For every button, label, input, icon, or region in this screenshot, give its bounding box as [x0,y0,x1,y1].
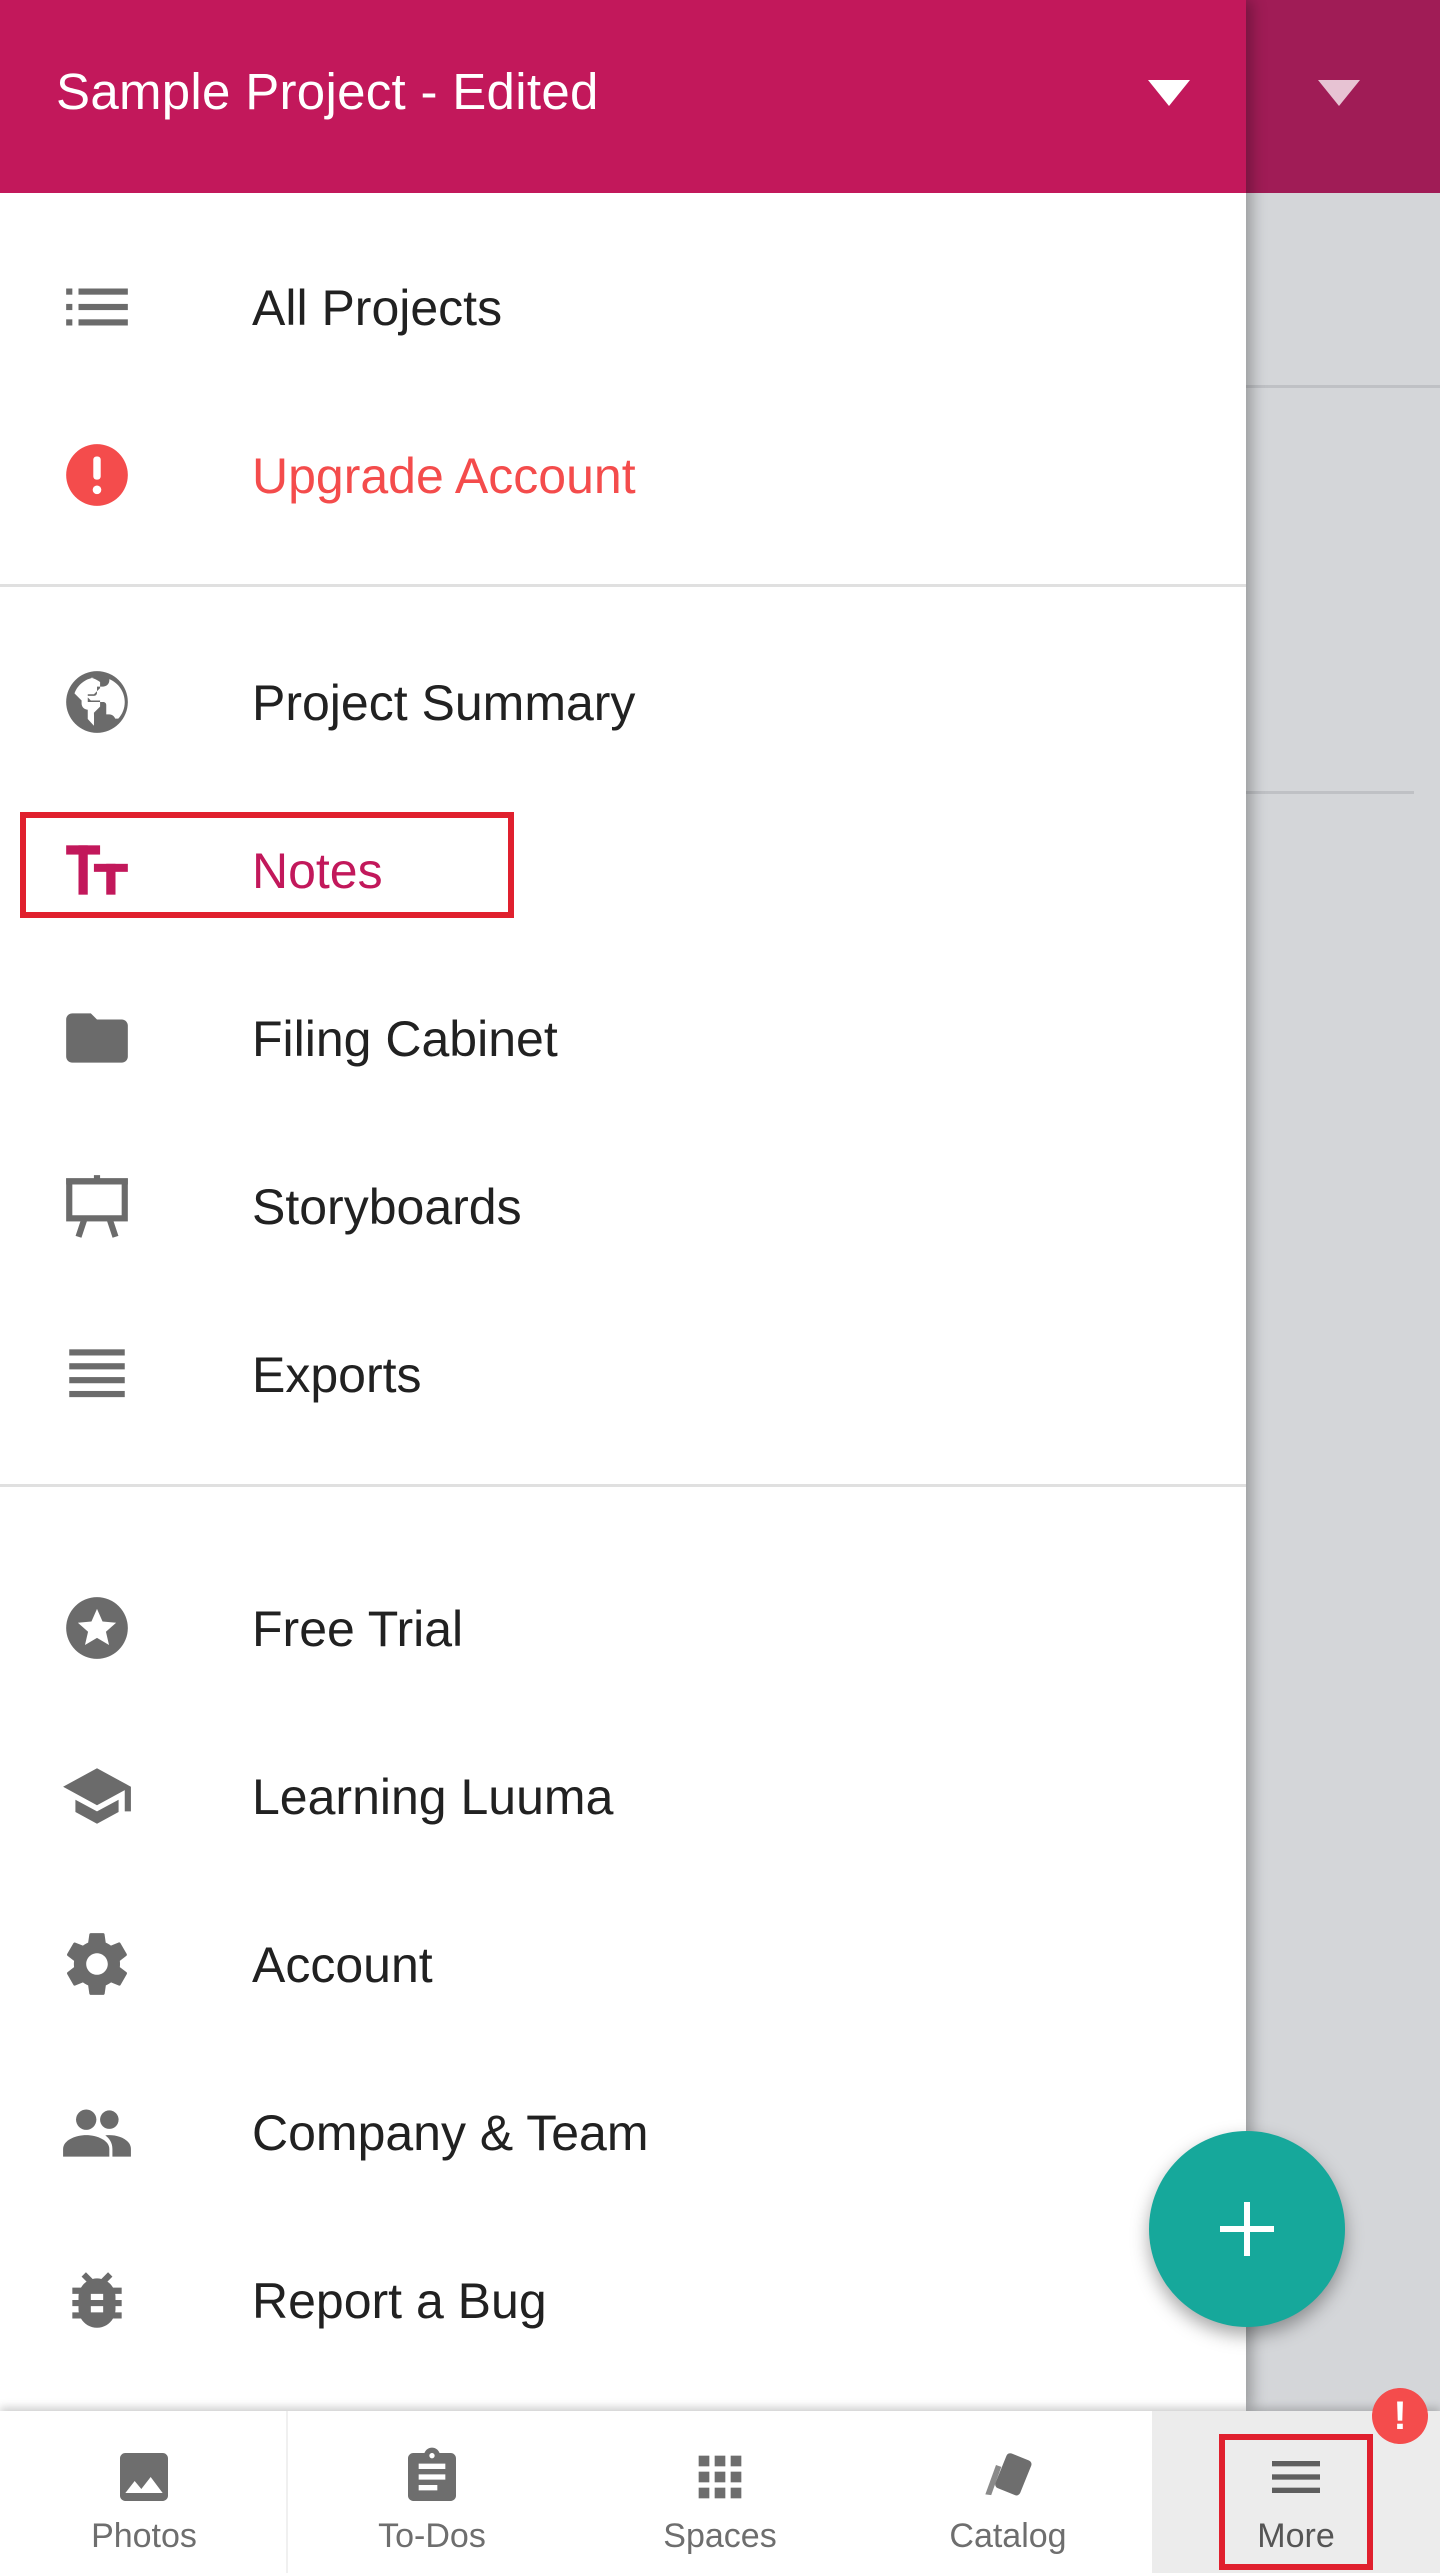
menu-item-label: Free Trial [252,1601,464,1657]
menu-item-exports[interactable]: Exports [0,1297,1246,1447]
project-switcher-header[interactable]: Sample Project - Edited [0,0,1246,193]
alert-circle-icon [60,438,134,512]
lines-icon [60,1337,134,1411]
background-divider [1246,791,1414,794]
background-divider [1246,385,1440,388]
menu-item-label: Storyboards [252,1179,522,1235]
menu-item-filing-cabinet[interactable]: Filing Cabinet [0,961,1246,1111]
menu-item-all-projects[interactable]: All Projects [0,230,1246,380]
menu-item-label: Project Summary [252,675,636,731]
menu-item-storyboards[interactable]: Storyboards [0,1129,1246,1279]
menu-item-label: Account [252,1937,433,1993]
menu-icon [1264,2445,1328,2509]
gear-icon [60,1927,134,2001]
menu-item-label: Learning Luuma [252,1769,614,1825]
add-fab-button[interactable] [1149,2131,1345,2327]
list-icon [60,270,134,344]
bottom-navigation: Photos To-Dos Spaces Catalog More [0,2411,1440,2573]
swatch-icon [976,2445,1040,2509]
text-format-icon [60,833,134,907]
menu-item-label: Exports [252,1347,422,1403]
image-icon [112,2445,176,2509]
menu-item-label: Notes [252,843,383,899]
nav-tab-photos[interactable]: Photos [0,2411,288,2573]
menu-item-notes[interactable]: Notes [0,793,1246,943]
menu-item-project-summary[interactable]: Project Summary [0,625,1246,775]
menu-item-learning-luuma[interactable]: Learning Luuma [0,1719,1246,1869]
menu-item-label: Filing Cabinet [252,1011,558,1067]
menu-item-label: Report a Bug [252,2273,547,2329]
menu-item-label: Company & Team [252,2105,649,2161]
nav-tab-label: Photos [91,2517,197,2555]
graduation-cap-icon [60,1759,134,1833]
menu-item-company-team[interactable]: Company & Team [0,2055,1246,2205]
project-title: Sample Project - Edited [56,63,599,120]
grid-icon [688,2445,752,2509]
background-dropdown-caret-icon [1318,80,1360,106]
menu-item-free-trial[interactable]: Free Trial [0,1551,1246,1701]
bug-icon [60,2263,134,2337]
plus-icon [1220,2202,1274,2256]
globe-icon [60,665,134,739]
people-icon [60,2095,134,2169]
navigation-drawer: Sample Project - Edited All Projects Upg… [0,0,1246,2411]
menu-item-label: All Projects [252,280,503,336]
section-divider [0,584,1246,587]
nav-tab-todos[interactable]: To-Dos [288,2411,576,2573]
section-divider [0,1484,1246,1487]
menu-item-label: Upgrade Account [252,448,636,504]
clipboard-icon [400,2445,464,2509]
easel-icon [60,1169,134,1243]
dropdown-caret-icon[interactable] [1148,80,1190,106]
nav-tab-label: Catalog [949,2517,1067,2555]
nav-tab-label: Spaces [663,2517,777,2555]
menu-item-report-bug[interactable]: Report a Bug [0,2223,1246,2373]
menu-item-account[interactable]: Account [0,1887,1246,2037]
alert-badge: ! [1372,2388,1428,2444]
nav-tab-label: More [1257,2517,1335,2555]
nav-tab-catalog[interactable]: Catalog [864,2411,1152,2573]
folder-icon [60,1001,134,1075]
star-circle-icon [60,1591,134,1665]
nav-tab-spaces[interactable]: Spaces [576,2411,864,2573]
nav-tab-label: To-Dos [378,2517,486,2555]
menu-item-upgrade-account[interactable]: Upgrade Account [0,398,1246,548]
